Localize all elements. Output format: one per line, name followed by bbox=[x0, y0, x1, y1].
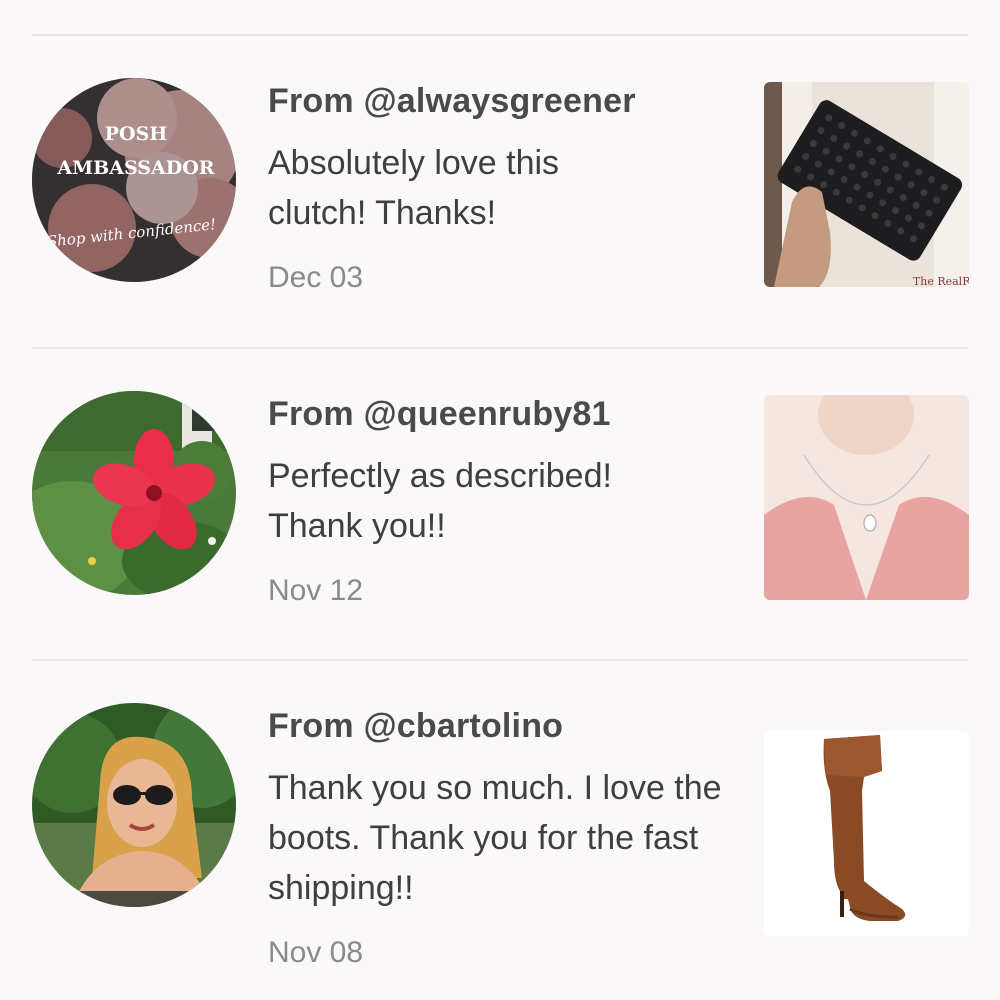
brown-knee-high-boot-icon bbox=[764, 731, 969, 936]
review-content: From @queenruby81 Perfectly as described… bbox=[268, 393, 738, 609]
review-item[interactable]: From @queenruby81 Perfectly as described… bbox=[0, 347, 1000, 647]
badge-title-line1: POSH bbox=[105, 123, 168, 145]
posh-ambassador-avatar[interactable]: POSH AMBASSADOR Shop with confidence! bbox=[32, 78, 236, 282]
silver-pendant-necklace-icon bbox=[764, 395, 969, 600]
badge-title-line2: AMBASSADOR bbox=[56, 157, 214, 179]
review-message: Thank you so much. I love the boots. Tha… bbox=[268, 769, 722, 907]
review-item[interactable]: From @cbartolino Thank you so much. I lo… bbox=[0, 659, 1000, 969]
woman-sunglasses-photo-icon bbox=[32, 703, 236, 907]
red-hibiscus-photo-icon bbox=[32, 391, 236, 595]
item-thumbnail[interactable]: The RealReal bbox=[764, 82, 969, 287]
reviewer-username[interactable]: From @alwaysgreener bbox=[268, 80, 738, 122]
review-content: From @alwaysgreener Absolutely love this… bbox=[268, 80, 738, 296]
review-item[interactable]: POSH AMBASSADOR Shop with confidence! Fr… bbox=[0, 34, 1000, 334]
review-date: Nov 12 bbox=[268, 574, 364, 607]
review-date: Dec 03 bbox=[268, 261, 364, 294]
reviewer-username[interactable]: From @cbartolino bbox=[268, 705, 738, 747]
review-date: Nov 08 bbox=[268, 936, 364, 969]
review-message: Perfectly as described! Thank you!! bbox=[268, 457, 612, 545]
review-content: From @cbartolino Thank you so much. I lo… bbox=[268, 705, 738, 971]
item-thumbnail[interactable] bbox=[764, 395, 969, 600]
reviewer-avatar[interactable] bbox=[32, 391, 236, 595]
item-thumbnail[interactable] bbox=[764, 731, 969, 936]
posh-ambassador-badge-icon: POSH AMBASSADOR Shop with confidence! bbox=[32, 78, 236, 282]
review-message: Absolutely love this clutch! Thanks! bbox=[268, 144, 560, 232]
item-brand-label: The RealReal bbox=[913, 275, 969, 287]
reviewer-avatar[interactable] bbox=[32, 703, 236, 907]
black-studded-clutch-icon: The RealReal bbox=[764, 82, 969, 287]
reviewer-username[interactable]: From @queenruby81 bbox=[268, 393, 738, 435]
